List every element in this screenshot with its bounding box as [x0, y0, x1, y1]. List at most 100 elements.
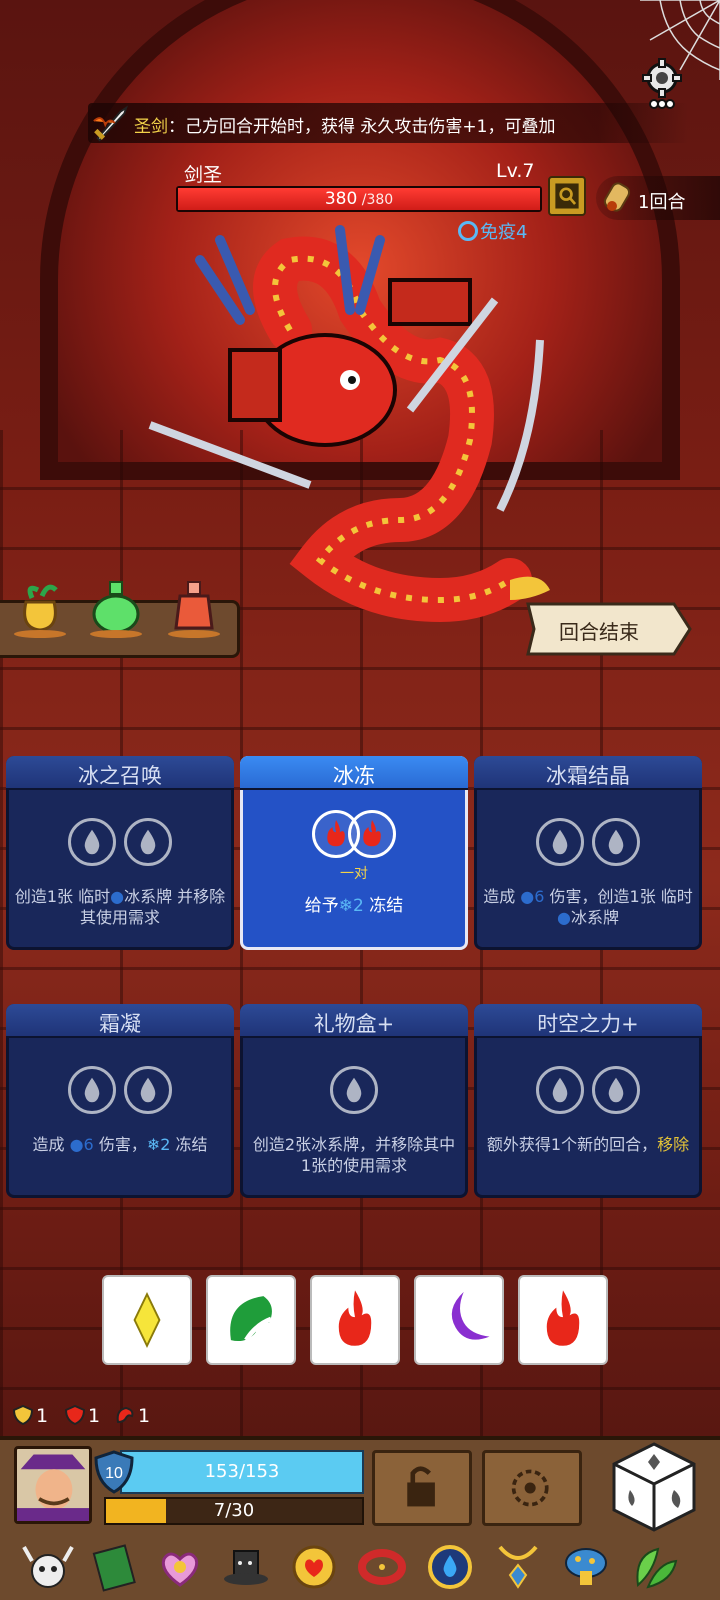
- heart-count: 1: [88, 1405, 101, 1427]
- water-drop-icon: ●: [557, 908, 571, 927]
- snowflake-icon: ❄: [146, 1135, 161, 1154]
- card-freeze[interactable]: 冰冻 一对 给予❄2 冻结: [240, 756, 468, 950]
- player-hp-bar: 153/153: [120, 1450, 364, 1494]
- roll-dice-button[interactable]: [608, 1440, 700, 1534]
- relic-separator: ：: [168, 117, 185, 137]
- red-potion-icon[interactable]: [166, 578, 222, 638]
- card-frost-crystal[interactable]: 冰霜结晶 造成 ●6 伤害，创造1张 临时●冰系牌: [474, 756, 702, 950]
- herb-pouch-potion-icon[interactable]: [12, 578, 68, 638]
- water-drop-icon: ●: [520, 887, 535, 906]
- card-description: 创造2张冰系牌，并移除其中1张的使用需求: [252, 1135, 456, 1175]
- card-description: 创造1张 临时●冰系牌 并移除其使用需求: [14, 886, 226, 928]
- snowflake-icon: ❄: [338, 896, 353, 916]
- water-drop-icon: ●: [110, 887, 125, 906]
- card-desc-part: 冻结: [363, 896, 404, 916]
- player-exp-text: 7/30: [213, 1500, 255, 1521]
- player-exp-bar: 7/30: [104, 1497, 364, 1525]
- water-drop-slot-icon: [592, 1066, 640, 1114]
- water-gem-amulet-icon[interactable]: [424, 1541, 476, 1593]
- enemy-hp-current: 380: [324, 189, 358, 209]
- enemy-hp-text: 380 /380: [178, 188, 540, 210]
- card-description: 造成 ●6 伤害，创造1张 临时●冰系牌: [482, 886, 694, 928]
- dragon-samurai-enemy[interactable]: [140, 220, 580, 640]
- die-lightning[interactable]: [102, 1275, 192, 1365]
- player-avatar-icon: [17, 1454, 89, 1521]
- green-leaves-icon[interactable]: [628, 1541, 680, 1593]
- pair-label: 一对: [340, 866, 368, 882]
- enemy-hp-bar: 380 /380: [176, 186, 542, 212]
- round-counter: 1回合: [638, 192, 686, 213]
- card-gift-box-plus[interactable]: 礼物盒+ 创造2张冰系牌，并移除其中1张的使用需求: [240, 1004, 468, 1198]
- player-level: 10: [105, 1465, 123, 1482]
- card-title: 霜凝: [99, 1012, 141, 1036]
- card-dice-slots: [6, 818, 234, 867]
- card-dice-slots: [240, 810, 468, 859]
- water-drop-slot-icon: [536, 1066, 584, 1114]
- card-description: 给予❄2 冻结: [248, 896, 460, 917]
- leaf-icon: [230, 1296, 272, 1342]
- shield-count: 1: [36, 1405, 49, 1427]
- die-leaf[interactable]: [206, 1275, 296, 1365]
- enemy-info-button[interactable]: [548, 176, 586, 216]
- heart-coin-icon[interactable]: [288, 1541, 340, 1593]
- card-desc-part: 造成: [483, 887, 521, 906]
- card-desc-part: 额外获得1个新的回合，: [486, 1135, 658, 1154]
- card-ice-summon[interactable]: 冰之召唤 创造1张 临时●冰系牌 并移除其使用需求: [6, 756, 234, 950]
- horned-skull-icon[interactable]: [22, 1541, 74, 1593]
- sapphire-necklace-icon[interactable]: [492, 1541, 544, 1593]
- moon-icon: [451, 1291, 490, 1340]
- rage-stat: 1: [114, 1404, 150, 1427]
- water-drop-slot-icon: [592, 818, 640, 866]
- card-desc-part: 造成: [32, 1135, 70, 1154]
- die-moon[interactable]: [414, 1275, 504, 1365]
- locked-slot-button[interactable]: [372, 1450, 472, 1526]
- card-desc-part: 冰系牌: [570, 908, 619, 927]
- card-dice-slots: [474, 1066, 702, 1115]
- fire-icon: [546, 1290, 580, 1346]
- card-desc-part: 冻结: [170, 1135, 208, 1154]
- card-title: 冰之召唤: [78, 764, 162, 788]
- scroll-round-icon: [603, 182, 631, 212]
- lightning-diamond-icon: [133, 1291, 161, 1349]
- card-desc-part: 给予: [304, 896, 339, 916]
- relic-description: 圣剑：己方回合开始时，获得 永久攻击伤害+1，可叠加: [134, 112, 555, 137]
- player-hp-text: 153/153: [204, 1461, 280, 1482]
- water-drop-slot-icon: [536, 818, 584, 866]
- green-potion-icon[interactable]: [88, 578, 144, 638]
- holy-sword-relic-icon[interactable]: [92, 104, 130, 142]
- end-turn-label[interactable]: 回合结束: [524, 616, 674, 645]
- card-desc-part: 伤害，: [93, 1135, 147, 1154]
- player-portrait[interactable]: [14, 1446, 92, 1524]
- shattered-skill-icon: [511, 1469, 549, 1507]
- blue-mushroom-icon[interactable]: [560, 1541, 612, 1593]
- freeze-value: 2: [160, 1135, 171, 1154]
- die-fire[interactable]: [310, 1275, 400, 1365]
- fire-slot-icon: [348, 810, 396, 858]
- card-desc-part: 伤害，创造1张 临时: [544, 887, 693, 906]
- card-description: 额外获得1个新的回合，移除: [482, 1134, 694, 1155]
- shield-stat: 1: [12, 1404, 48, 1427]
- card-title: 冰冻: [333, 764, 375, 788]
- card-title: 冰霜结晶: [546, 764, 630, 788]
- enemy-level: Lv.7: [496, 160, 535, 182]
- spellbook-icon[interactable]: [88, 1541, 140, 1593]
- settings-gear-icon[interactable]: [640, 58, 684, 112]
- damage-value: 6: [534, 887, 545, 906]
- remove-keyword: 移除: [657, 1135, 690, 1154]
- water-drop-slot-icon: [124, 1066, 172, 1114]
- water-drop-icon: ●: [69, 1135, 84, 1154]
- card-frost-condense[interactable]: 霜凝 造成 ●6 伤害，❄2 冻结: [6, 1004, 234, 1198]
- card-dice-slots: [6, 1066, 234, 1115]
- card-dice-slots: [474, 818, 702, 867]
- heart-amulet-icon[interactable]: [154, 1541, 206, 1593]
- die-fire[interactable]: [518, 1275, 608, 1365]
- player-level-shield-icon: 10: [94, 1450, 134, 1494]
- spiked-ring-icon[interactable]: [356, 1541, 408, 1593]
- shield-icon: [12, 1404, 34, 1426]
- card-time-power-plus[interactable]: 时空之力+ 额外获得1个新的回合，移除: [474, 1004, 702, 1198]
- freeze-value: 2: [353, 896, 364, 916]
- lock-icon: [407, 1466, 435, 1507]
- water-drop-slot-icon: [68, 818, 116, 866]
- top-hat-icon[interactable]: [220, 1541, 272, 1593]
- broken-slot-button[interactable]: [482, 1450, 582, 1526]
